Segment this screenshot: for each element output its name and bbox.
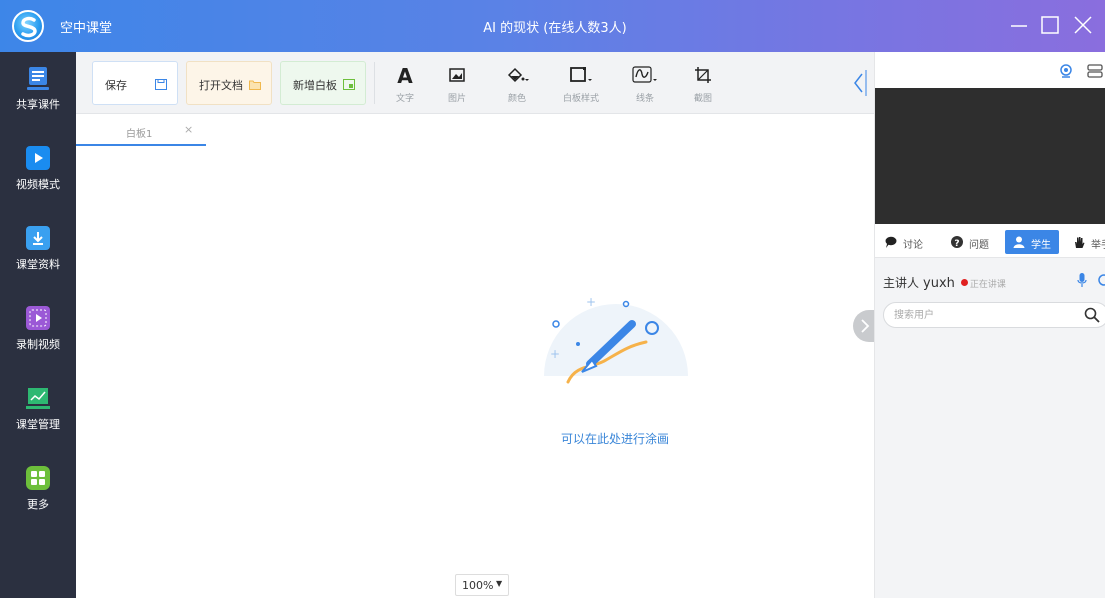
microphone-icon[interactable] — [1077, 272, 1087, 288]
menu-icon[interactable] — [1087, 64, 1103, 78]
download-file-icon — [26, 226, 50, 250]
tab-raise-hand[interactable]: 举手 — [1065, 230, 1105, 254]
sidebar-item-more[interactable]: 更多 — [0, 452, 76, 532]
chevron-left-icon — [854, 70, 867, 96]
image-tool-label: 图片 — [447, 94, 466, 104]
sidebar-item-label: 课堂资料 — [16, 258, 60, 271]
sidebar: 共享课件 视频模式 课堂资料 录制视频 课堂管理 更多 — [0, 52, 76, 598]
line-tool-label: 线条 — [635, 94, 654, 104]
sidebar-item-video-mode[interactable]: 视频模式 — [0, 132, 76, 212]
board-style-label: 白板样式 — [562, 94, 599, 104]
new-whiteboard-label: 新增白板 — [293, 79, 337, 92]
right-panel-tabs: 讨论 ? 问题 学生 举手 — [875, 224, 1105, 258]
zoom-value: 100% — [462, 579, 494, 592]
play-icon — [26, 146, 50, 170]
image-tool-button[interactable]: 图片 — [432, 60, 482, 108]
right-panel-header — [875, 52, 1105, 88]
question-icon: ? — [951, 236, 963, 248]
camera-icon[interactable] — [1059, 64, 1073, 78]
svg-text:+: + — [586, 295, 596, 309]
sidebar-item-label: 更多 — [27, 498, 49, 511]
toolbar-divider — [374, 62, 375, 104]
new-whiteboard-button[interactable]: 新增白板 — [280, 61, 366, 105]
color-tool-label: 颜色 — [507, 94, 526, 104]
hand-icon — [1075, 237, 1085, 248]
tab-label: 讨论 — [903, 240, 923, 251]
brush-illustration: + + — [544, 295, 688, 384]
sidebar-item-record-video[interactable]: 录制视频 — [0, 292, 76, 372]
video-area — [875, 88, 1105, 224]
search-input[interactable] — [894, 307, 1074, 323]
color-tool-button[interactable]: 颜色 — [492, 60, 542, 108]
floppy-icon — [155, 79, 167, 90]
right-panel: 讨论 ? 问题 学生 举手 主讲人yuxh 正在讲课 — [874, 52, 1105, 598]
folder-icon — [249, 80, 261, 90]
screenshot-tool-label: 截图 — [693, 94, 712, 104]
new-board-icon — [343, 79, 355, 90]
sidebar-item-class-management[interactable]: 课堂管理 — [0, 372, 76, 452]
presenter-camera-icon[interactable] — [1097, 274, 1105, 288]
sidebar-item-label: 视频模式 — [16, 178, 60, 191]
whiteboard-canvas[interactable]: + + 可以在此处进行涂画 100% ▼ — [76, 146, 874, 598]
courseware-icon — [26, 66, 50, 90]
board-style-button[interactable]: 白板样式 — [556, 60, 606, 108]
open-document-label: 打开文档 — [199, 79, 243, 92]
tab-discussion[interactable]: 讨论 — [877, 230, 937, 254]
user-search — [883, 302, 1105, 328]
save-button[interactable]: 保存 — [92, 61, 178, 105]
tab-label: 问题 — [969, 240, 989, 251]
title-bar: 空中课堂 AI 的现状 (在线人数3人) — [0, 0, 1105, 52]
close-button[interactable] — [1068, 10, 1098, 40]
grid-icon — [26, 466, 50, 490]
sidebar-item-class-materials[interactable]: 课堂资料 — [0, 212, 76, 292]
tab-close-button[interactable]: × — [184, 123, 193, 136]
open-document-button[interactable]: 打开文档 — [186, 61, 272, 105]
live-status-dot — [960, 279, 968, 286]
chart-board-icon — [26, 386, 50, 410]
text-icon: A — [397, 64, 413, 86]
tab-label: 白板1 — [126, 129, 153, 140]
line-icon — [632, 66, 657, 83]
user-icon — [1013, 236, 1025, 248]
zoom-select[interactable]: 100% ▼ — [455, 574, 509, 596]
tab-label: 举手 — [1091, 240, 1105, 251]
svg-text:A: A — [397, 64, 413, 86]
sidebar-item-label: 课堂管理 — [16, 418, 60, 431]
record-video-icon — [26, 306, 50, 330]
collapse-toolbar-button[interactable] — [851, 70, 867, 96]
chat-icon — [885, 236, 897, 248]
svg-text:+: + — [550, 347, 560, 361]
sidebar-item-label: 共享课件 — [16, 98, 60, 111]
toolbar: 保存 打开文档 新增白板 A 文字 图片 颜色 白板样式 线条 截图 — [76, 52, 874, 114]
crop-icon — [695, 67, 711, 83]
text-tool-button[interactable]: A 文字 — [380, 60, 430, 108]
dropdown-arrow-icon: ▼ — [496, 579, 503, 588]
paint-bucket-icon — [507, 67, 529, 83]
window-title: AI 的现状 (在线人数3人) — [483, 21, 627, 36]
minimize-button[interactable] — [1005, 10, 1035, 40]
svg-text:?: ? — [954, 239, 959, 248]
screenshot-tool-button[interactable]: 截图 — [678, 60, 728, 108]
presenter-status: 正在讲课 — [969, 280, 1006, 290]
tab-label: 学生 — [1031, 240, 1051, 251]
tab-students[interactable]: 学生 — [1005, 230, 1059, 254]
maximize-button[interactable] — [1036, 10, 1066, 40]
search-icon[interactable] — [1084, 307, 1100, 323]
text-tool-label: 文字 — [395, 94, 414, 104]
line-tool-button[interactable]: 线条 — [620, 60, 670, 108]
presenter-label: 主讲人 — [883, 276, 920, 290]
expand-panel-button[interactable] — [853, 310, 875, 342]
save-label: 保存 — [105, 79, 127, 92]
sidebar-item-label: 录制视频 — [16, 338, 60, 351]
sidebar-item-courseware[interactable]: 共享课件 — [0, 52, 76, 132]
tab-questions[interactable]: ? 问题 — [943, 230, 1003, 254]
tab-whiteboard-1[interactable]: 白板1 × — [76, 114, 206, 146]
presenter-name: yuxh — [923, 276, 955, 291]
presenter-info: 主讲人 yuxh 正在讲课 — [883, 274, 1006, 291]
board-style-icon — [570, 67, 592, 82]
image-icon — [449, 68, 465, 82]
chevron-right-icon — [861, 319, 870, 333]
whiteboard-tabs: 白板1 × — [76, 114, 874, 146]
